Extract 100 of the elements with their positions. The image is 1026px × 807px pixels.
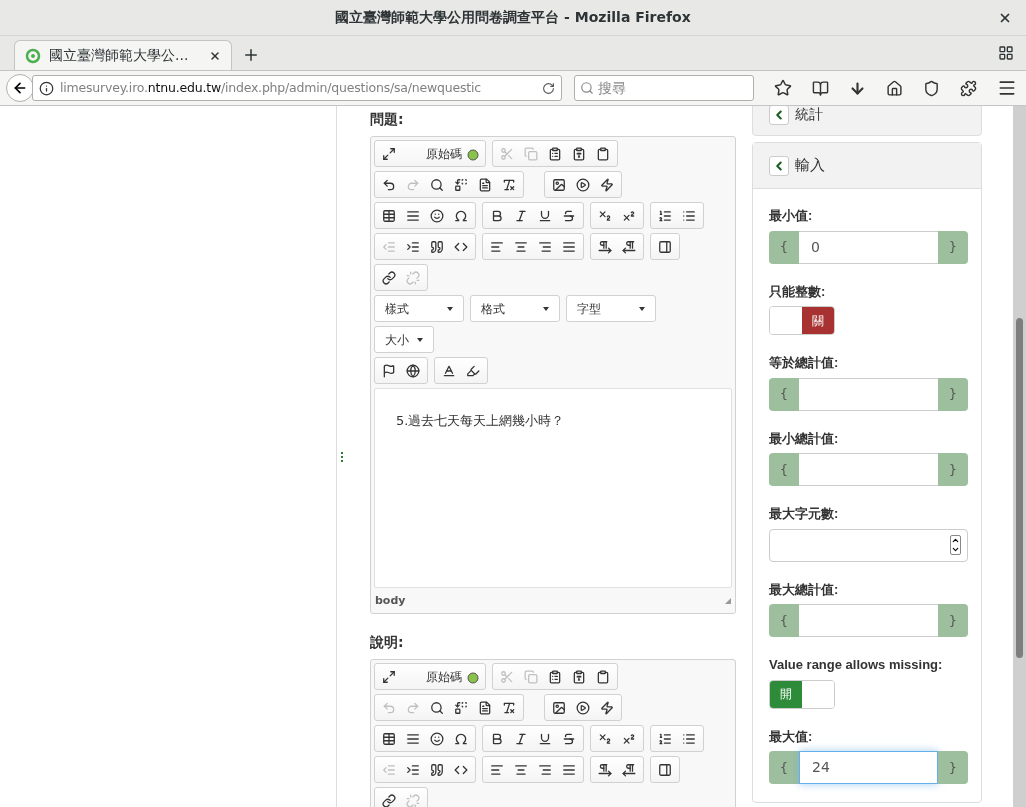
align-right-icon xyxy=(538,239,552,254)
tab-close-icon[interactable] xyxy=(209,49,221,62)
justify-icon xyxy=(562,239,576,254)
extension-icon[interactable] xyxy=(960,79,977,97)
back-button[interactable] xyxy=(6,74,34,102)
field-label: 最小總計值: xyxy=(769,429,840,448)
blockquote-icon xyxy=(430,239,444,254)
image-icon xyxy=(552,177,566,192)
caret-icon xyxy=(639,306,645,311)
size-dropdown[interactable]: 大小 xyxy=(374,326,434,353)
close-icon[interactable] xyxy=(998,11,1012,25)
table-icon xyxy=(382,731,396,746)
source-button[interactable]: 原始碼 xyxy=(402,144,482,163)
outdent-icon xyxy=(382,762,396,777)
text-direction-rtl-icon xyxy=(622,762,636,777)
collapse-button[interactable] xyxy=(769,106,789,125)
left-brace-addon: { xyxy=(769,230,799,264)
info-icon[interactable] xyxy=(39,80,54,96)
text-color-icon xyxy=(442,363,456,378)
bulleted-list-icon xyxy=(682,731,696,746)
home-icon[interactable] xyxy=(886,79,903,97)
link-icon xyxy=(382,793,396,807)
underline-icon xyxy=(538,208,552,223)
media-icon xyxy=(576,177,590,192)
undo-icon xyxy=(382,700,396,715)
paste-text-icon xyxy=(572,146,586,161)
align-left-icon xyxy=(490,239,504,254)
toggle-switch[interactable]: 開 xyxy=(769,679,835,709)
search-placeholder: 搜尋 xyxy=(598,78,626,98)
copy-icon xyxy=(524,669,538,684)
menu-icon[interactable] xyxy=(997,78,1017,98)
element-path[interactable]: body xyxy=(375,592,406,610)
collapse-button[interactable] xyxy=(769,155,789,176)
strikethrough-icon xyxy=(562,731,576,746)
download-icon[interactable] xyxy=(849,79,866,97)
resize-handle-icon[interactable] xyxy=(725,598,731,604)
field-label: 最大總計值: xyxy=(769,580,840,599)
new-tab-icon[interactable] xyxy=(242,46,260,64)
remove-format-icon xyxy=(502,177,516,192)
scrollbar-thumb[interactable] xyxy=(1016,318,1023,658)
style-dropdown[interactable]: 格式 xyxy=(470,295,560,322)
spinner-icon[interactable] xyxy=(950,535,961,555)
address-field[interactable]: limesurvey.iro.ntnu.edu.tw/index.php/admin/questions/sa/newquestic xyxy=(32,75,562,101)
reload-icon[interactable] xyxy=(542,81,555,95)
superscript-icon xyxy=(622,208,636,223)
globe-icon xyxy=(406,363,420,378)
toggle-switch[interactable]: 關 xyxy=(769,306,835,335)
redo-icon xyxy=(406,177,420,192)
justify-icon xyxy=(562,762,576,777)
number-input[interactable] xyxy=(799,604,938,637)
horizontal-line-icon xyxy=(406,731,420,746)
find-icon xyxy=(430,177,444,192)
bold-icon xyxy=(490,731,504,746)
number-input[interactable] xyxy=(799,453,938,486)
section-title: 輸入 xyxy=(795,155,825,177)
field-label: 等於總計值: xyxy=(769,354,840,372)
superscript-icon xyxy=(622,731,636,746)
browser-tab[interactable]: 國立臺灣師範大學公... xyxy=(14,40,232,70)
bookmark-star-icon[interactable] xyxy=(774,79,792,97)
editor-content-area[interactable]: 5.過去七天每天上網幾小時？ xyxy=(374,388,732,588)
field-label: 最大值: xyxy=(769,727,814,746)
right-brace-addon: } xyxy=(938,453,968,486)
number-input[interactable] xyxy=(799,377,938,411)
background-color-icon xyxy=(466,363,480,378)
tab-title: 國立臺灣師範大學公... xyxy=(49,46,189,65)
subscript-icon xyxy=(598,731,612,746)
search-field[interactable]: 搜尋 xyxy=(574,75,754,101)
reading-list-icon[interactable] xyxy=(812,79,829,97)
source-button[interactable]: 原始碼 xyxy=(402,667,482,686)
number-input[interactable]: 0 xyxy=(799,230,938,264)
find-icon xyxy=(430,700,444,715)
blockquote-icon xyxy=(430,762,444,777)
style-dropdown[interactable]: 字型 xyxy=(566,295,656,322)
right-brace-addon: } xyxy=(938,604,968,637)
bulleted-list-icon xyxy=(682,208,696,223)
italic-icon xyxy=(514,208,528,223)
caret-icon xyxy=(543,306,549,311)
align-right-icon xyxy=(538,762,552,777)
number-input[interactable]: 24 xyxy=(799,751,938,784)
outdent-icon xyxy=(382,239,396,254)
text-direction-ltr-icon xyxy=(598,239,612,254)
number-input[interactable] xyxy=(769,528,968,562)
field-label: 只能整數: xyxy=(769,282,827,301)
field-label: 說明: xyxy=(370,633,405,652)
section-title: 統計 xyxy=(795,106,823,124)
undo-icon xyxy=(382,177,396,192)
right-brace-addon: } xyxy=(938,230,968,264)
paste-word-icon xyxy=(596,669,610,684)
smiley-icon xyxy=(430,208,444,223)
tab-overview-icon[interactable] xyxy=(998,45,1014,61)
text-direction-rtl-icon xyxy=(622,239,636,254)
question-text: 5.過去七天每天上網幾小時？ xyxy=(396,412,566,430)
right-brace-addon: } xyxy=(938,377,968,411)
horizontal-line-icon xyxy=(406,208,420,223)
style-dropdown[interactable]: 樣式 xyxy=(374,295,464,322)
replace-icon xyxy=(454,700,468,715)
image-icon xyxy=(552,700,566,715)
unlink-icon xyxy=(406,793,420,807)
cut-icon xyxy=(500,146,514,161)
paste-icon xyxy=(548,146,562,161)
